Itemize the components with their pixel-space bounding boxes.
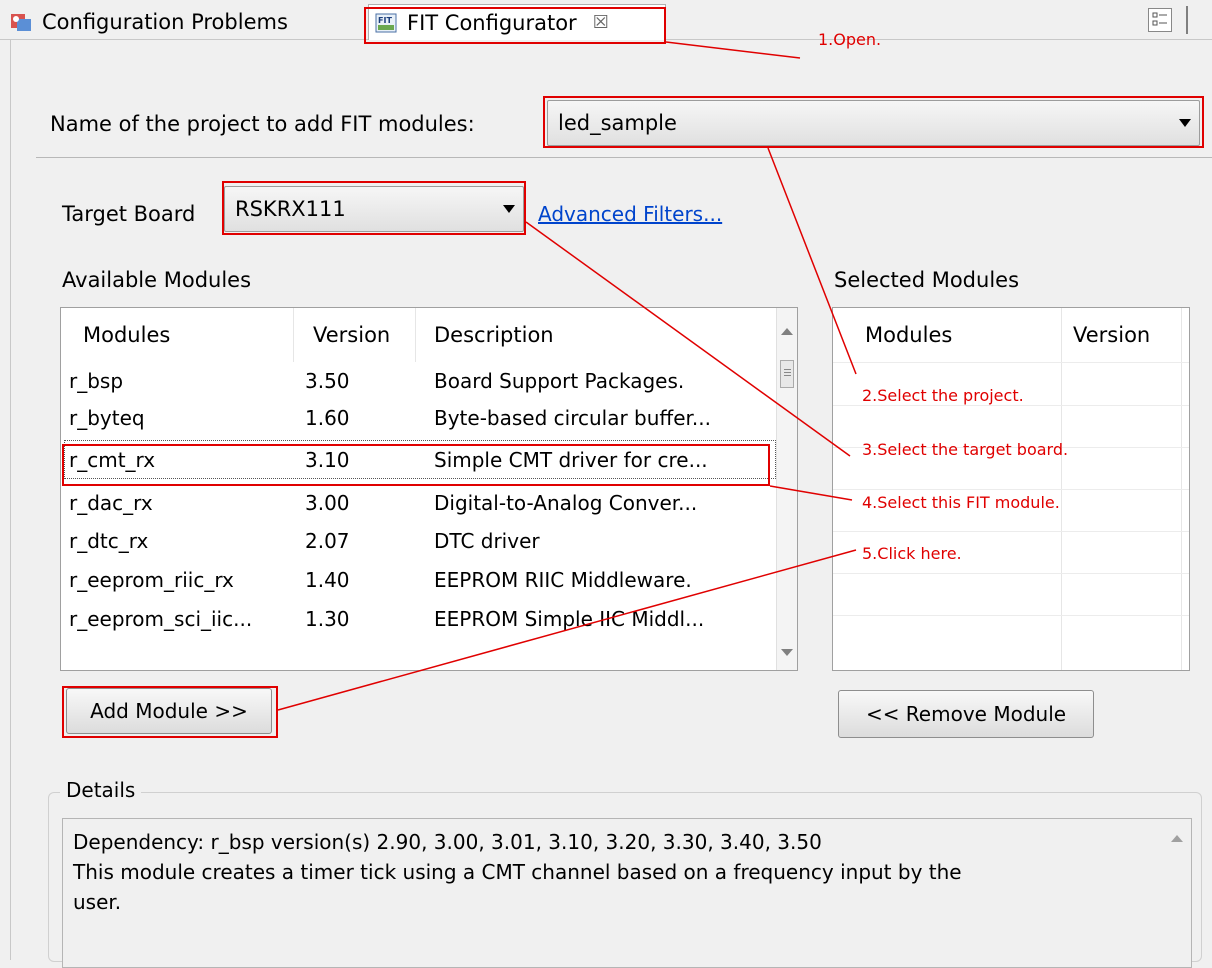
row-line [833, 531, 1189, 532]
scroll-up-icon[interactable] [1171, 835, 1183, 842]
module-name: r_cmt_rx [69, 447, 156, 472]
module-description: EEPROM Simple IIC Middl... [434, 606, 705, 631]
details-line: This module creates a timer tick using a… [73, 860, 962, 884]
tab-label: FIT Configurator [407, 10, 577, 35]
module-version: 1.60 [305, 405, 350, 430]
target-board-select[interactable]: RSKRX111 [224, 186, 524, 232]
column-header-version[interactable]: Version [1073, 308, 1150, 362]
module-version: 3.00 [305, 490, 350, 515]
available-modules-table[interactable]: Modules Version Description r_bsp 3.50 B… [60, 307, 798, 671]
add-module-button[interactable]: Add Module >> [66, 688, 272, 734]
module-description: DTC driver [434, 528, 540, 553]
remove-module-button[interactable]: << Remove Module [838, 690, 1094, 738]
table-row[interactable]: r_eeprom_sci_iic... 1.30 EEPROM Simple I… [61, 600, 797, 637]
scroll-down-icon[interactable] [781, 649, 793, 656]
table-row[interactable]: r_byteq 1.60 Byte-based circular buffer.… [61, 399, 797, 436]
module-version: 3.10 [305, 447, 350, 472]
toolbar-separator [1186, 6, 1188, 34]
module-description: Byte-based circular buffer... [434, 405, 711, 430]
project-label: Name of the project to add FIT modules: [50, 112, 475, 136]
module-name: r_byteq [69, 405, 145, 430]
module-version: 2.07 [305, 528, 350, 553]
project-select[interactable]: led_sample [547, 100, 1200, 146]
column-separator [415, 308, 416, 362]
column-separator [293, 308, 294, 362]
module-version: 1.40 [305, 567, 350, 592]
project-select-value: led_sample [558, 111, 677, 135]
module-description: Digital-to-Analog Conver... [434, 490, 698, 515]
close-icon[interactable]: ☒ [593, 12, 609, 33]
annotation-select-module: 4.Select this FIT module. [862, 493, 1060, 512]
details-scrollbar[interactable] [1163, 819, 1191, 967]
scroll-thumb[interactable] [780, 360, 794, 388]
details-title: Details [60, 778, 142, 802]
table-row[interactable]: r_eeprom_riic_rx 1.40 EEPROM RIIC Middle… [61, 561, 797, 598]
svg-text:FIT: FIT [378, 16, 392, 25]
available-modules-title: Available Modules [62, 268, 252, 292]
module-version: 3.50 [305, 368, 350, 393]
tab-bar: Configuration Problems FIT FIT Configura… [0, 0, 1212, 40]
table-row[interactable]: r_dtc_rx 2.07 DTC driver [61, 522, 797, 559]
module-name: r_dtc_rx [69, 528, 149, 553]
tab-fit-configurator[interactable]: FIT FIT Configurator ☒ [368, 4, 666, 40]
module-description: Board Support Packages. [434, 368, 685, 393]
module-name: r_bsp [69, 368, 124, 393]
row-line [833, 405, 1189, 406]
annotation-open: 1.Open. [818, 30, 882, 49]
table-row[interactable]: r_dac_rx 3.00 Digital-to-Analog Conver..… [61, 484, 797, 521]
module-name: r_eeprom_sci_iic... [69, 606, 253, 631]
details-line: Dependency: r_bsp version(s) 2.90, 3.00,… [73, 830, 822, 854]
module-version: 1.30 [305, 606, 350, 631]
module-name: r_dac_rx [69, 490, 153, 515]
scroll-up-icon[interactable] [781, 328, 793, 335]
selected-modules-title: Selected Modules [834, 268, 1020, 292]
target-board-value: RSKRX111 [235, 197, 346, 221]
selected-modules-table[interactable]: Modules Version [832, 307, 1190, 671]
tab-label: Configuration Problems [42, 10, 288, 34]
divider [36, 157, 1212, 158]
module-description: EEPROM RIIC Middleware. [434, 567, 692, 592]
details-text-area[interactable]: Dependency: r_bsp version(s) 2.90, 3.00,… [62, 818, 1192, 968]
tab-configuration-problems[interactable]: Configuration Problems [10, 4, 288, 40]
annotation-click-here: 5.Click here. [862, 544, 962, 563]
annotation-select-board: 3.Select the target board. [862, 440, 1069, 459]
fit-icon: FIT [375, 13, 397, 32]
target-board-label: Target Board [62, 202, 196, 226]
column-header-version[interactable]: Version [313, 308, 390, 362]
available-table-scrollbar[interactable] [776, 308, 797, 670]
details-line: user. [73, 890, 122, 914]
chevron-down-icon [1179, 119, 1191, 127]
table-row-selected[interactable]: r_cmt_rx 3.10 Simple CMT driver for cre.… [64, 440, 776, 479]
row-line [833, 615, 1189, 616]
row-line [833, 489, 1189, 490]
chevron-down-icon [503, 205, 515, 213]
module-name: r_eeprom_riic_rx [69, 567, 234, 592]
column-header-modules[interactable]: Modules [83, 308, 170, 362]
configuration-problems-icon [11, 14, 31, 31]
view-menu-icon[interactable] [1148, 8, 1172, 32]
table-row[interactable]: r_bsp 3.50 Board Support Packages. [61, 362, 797, 399]
annotation-select-project: 2.Select the project. [862, 386, 1024, 405]
column-header-modules[interactable]: Modules [865, 308, 952, 362]
column-header-description[interactable]: Description [434, 308, 554, 362]
row-line [833, 362, 1189, 363]
advanced-filters-link[interactable]: Advanced Filters... [538, 202, 722, 226]
module-description: Simple CMT driver for cre... [434, 447, 708, 472]
row-line [833, 573, 1189, 574]
